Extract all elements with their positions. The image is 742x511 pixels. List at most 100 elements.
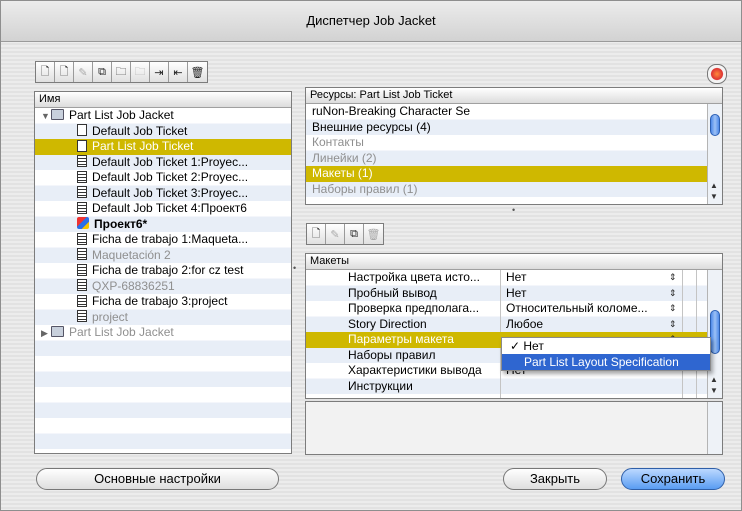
resource-row[interactable]: Внешние ресурсы (4) <box>306 120 708 136</box>
resources-scrollbar[interactable]: ▲ ▼ <box>707 104 722 204</box>
popup-stepper-icon[interactable]: ⇕ <box>669 317 677 333</box>
tree-row-label: Part List Job Ticket <box>92 139 194 153</box>
layout-spec-popup-menu: ✓ Нет Part List Layout Specification <box>501 337 711 371</box>
tree-row[interactable]: Ficha de trabajo 3:project <box>35 294 291 310</box>
job-ticket-icon <box>77 201 87 214</box>
tree-row[interactable]: Default Job Ticket <box>35 124 291 140</box>
tree-row-label: Maquetación 2 <box>92 247 171 262</box>
resource-row[interactable]: Контакты <box>306 135 708 151</box>
project-icon <box>77 217 89 230</box>
job-ticket-icon <box>77 248 87 261</box>
tree-row[interactable]: ▶ Part List Job Jacket <box>35 325 291 341</box>
tree-row[interactable]: Ficha de trabajo 2:for cz test <box>35 263 291 279</box>
tree-rows: ▼ Part List Job Jacket Default Job Ticket P… <box>35 108 291 453</box>
layout-row-value[interactable]: Нет <box>506 286 686 302</box>
tree-row[interactable]: QXP-68836251 <box>35 279 291 295</box>
tree-row-label: Проект6* <box>94 216 148 231</box>
layouts-grid: Настройка цвета исто... Нет ⇕ Пробный вывод… <box>306 270 708 398</box>
duplicate-icon[interactable]: ⧉ <box>345 224 364 244</box>
layout-row[interactable]: Story Direction Любое ⇕ <box>306 317 708 333</box>
layouts-scroll-thumb[interactable] <box>710 310 720 354</box>
move-icon[interactable]: 🗀 <box>131 62 150 82</box>
resource-row-label: Внешние ресурсы (4) <box>312 119 431 134</box>
resource-row-label: ruNon-Breaking Character Se <box>312 104 471 118</box>
layout-row[interactable]: Пробный вывод Нет ⇕ <box>306 286 708 302</box>
tree-row[interactable]: Default Job Ticket 3:Proyec... <box>35 186 291 202</box>
resource-row[interactable]: Линейки (2) <box>306 151 708 167</box>
tree-header[interactable]: Имя <box>35 92 291 108</box>
layout-row-label: Инструкции <box>348 378 413 393</box>
tree-row[interactable]: Default Job Ticket 1:Proyec... <box>35 155 291 171</box>
scroll-up-arrow-icon[interactable]: ▲ <box>710 181 718 190</box>
tree-row[interactable]: Default Job Ticket 2:Proyec... <box>35 170 291 186</box>
export-icon[interactable]: ⇤ <box>169 62 188 82</box>
close-button[interactable]: Закрыть <box>503 468 607 490</box>
job-jacket-manager-window: Диспетчер Job Jacket 🗋 🗋 ✎ ⧉ 🗀 🗀 ⇥ ⇤ 🗑 Имя ▼ Part… <box>0 0 742 511</box>
popup-stepper-icon[interactable]: ⇕ <box>669 286 677 302</box>
tree-row-label: Ficha de trabajo 3:project <box>92 294 228 308</box>
resource-row-label: Контакты <box>312 135 364 149</box>
splitter-handle-vertical[interactable]: • <box>293 263 296 273</box>
tree-row-label: Default Job Ticket 1:Proyec... <box>92 154 249 169</box>
job-ticket-icon <box>77 294 87 307</box>
layout-row[interactable]: Проверка предполага... Относительный коло… <box>306 301 708 317</box>
tree-row[interactable]: Проект6* <box>35 217 291 233</box>
popup-stepper-icon[interactable]: ⇕ <box>669 301 677 317</box>
color-settings-icon[interactable] <box>707 64 727 84</box>
new-job-ticket-icon[interactable]: 🗋 <box>55 62 74 82</box>
disclosure-collapsed-icon[interactable]: ▶ <box>41 326 51 342</box>
layout-row-value[interactable]: Нет <box>506 270 686 286</box>
delete-icon[interactable]: 🗑 <box>188 62 207 82</box>
new-icon[interactable]: 🗋 <box>307 224 326 244</box>
layout-row-value[interactable]: Любое <box>506 317 686 333</box>
tree-row[interactable]: Ficha de trabajo 1:Maqueta... <box>35 232 291 248</box>
tree-row-label: Part List Job Jacket <box>69 108 174 122</box>
layouts-header[interactable]: Макеты <box>306 254 722 270</box>
resource-row[interactable]: ruNon-Breaking Character Se <box>306 104 708 120</box>
resource-row[interactable]: Макеты (1) <box>306 166 708 182</box>
job-jacket-folder-icon <box>51 326 64 338</box>
scroll-down-arrow-icon[interactable]: ▼ <box>710 192 718 201</box>
layouts-panel: Макеты Настройка цвета исто... Нет ⇕ Пробны… <box>305 253 723 399</box>
tree-row-label: Ficha de trabajo 2:for cz test <box>92 263 244 277</box>
resources-header-label: Ресурсы: Part List Job Ticket <box>310 89 453 101</box>
tree-row[interactable]: ▼ Part List Job Jacket <box>35 108 291 124</box>
popup-stepper-icon[interactable]: ⇕ <box>669 270 677 286</box>
job-ticket-icon <box>77 310 87 323</box>
tree-row[interactable]: Default Job Ticket 4:Проект6 <box>35 201 291 217</box>
save-button[interactable]: Сохранить <box>621 468 725 490</box>
resources-list: ruNon-Breaking Character Se Внешние ресур… <box>306 104 708 204</box>
popup-menu-item[interactable]: Part List Layout Specification <box>502 354 710 370</box>
description-scrollbar[interactable] <box>707 402 722 454</box>
open-folder-icon[interactable]: 🗀 <box>112 62 131 82</box>
layout-row-value[interactable]: Относительный коломе... <box>506 301 686 317</box>
scroll-down-arrow-icon[interactable]: ▼ <box>710 386 718 395</box>
layouts-toolbar: 🗋 ✎ ⧉ 🗑 <box>306 223 384 245</box>
job-ticket-icon <box>77 124 87 137</box>
delete-icon[interactable]: 🗑 <box>364 224 383 244</box>
edit-icon[interactable]: ✎ <box>74 62 93 82</box>
layouts-header-label: Макеты <box>310 255 350 267</box>
job-jacket-folder-icon <box>51 109 64 121</box>
splitter-handle[interactable]: • <box>512 205 515 215</box>
tree-row[interactable]: Maquetación 2 <box>35 248 291 264</box>
layout-row[interactable]: Настройка цвета исто... Нет ⇕ <box>306 270 708 286</box>
tree-row[interactable]: Part List Job Ticket <box>35 139 291 155</box>
resources-panel: Ресурсы: Part List Job Ticket ruNon-Brea… <box>305 87 723 205</box>
popup-menu-item[interactable]: ✓ Нет <box>502 338 710 354</box>
basic-settings-button[interactable]: Основные настройки <box>36 468 279 490</box>
duplicate-icon[interactable]: ⧉ <box>93 62 112 82</box>
import-icon[interactable]: ⇥ <box>150 62 169 82</box>
layout-row[interactable]: Инструкции <box>306 379 708 395</box>
resource-row-label: Линейки (2) <box>312 150 377 165</box>
disclosure-expanded-icon[interactable]: ▼ <box>41 109 51 125</box>
resources-header[interactable]: Ресурсы: Part List Job Ticket <box>306 88 722 104</box>
tree-row[interactable]: project <box>35 310 291 326</box>
layouts-scrollbar[interactable]: ▲ ▼ <box>707 270 722 398</box>
job-ticket-icon <box>77 155 87 168</box>
resource-row[interactable]: Наборы правил (1) <box>306 182 708 198</box>
edit-icon[interactable]: ✎ <box>326 224 345 244</box>
scroll-up-arrow-icon[interactable]: ▲ <box>710 375 718 384</box>
new-job-jacket-icon[interactable]: 🗋 <box>36 62 55 82</box>
resources-scroll-thumb[interactable] <box>710 114 720 136</box>
